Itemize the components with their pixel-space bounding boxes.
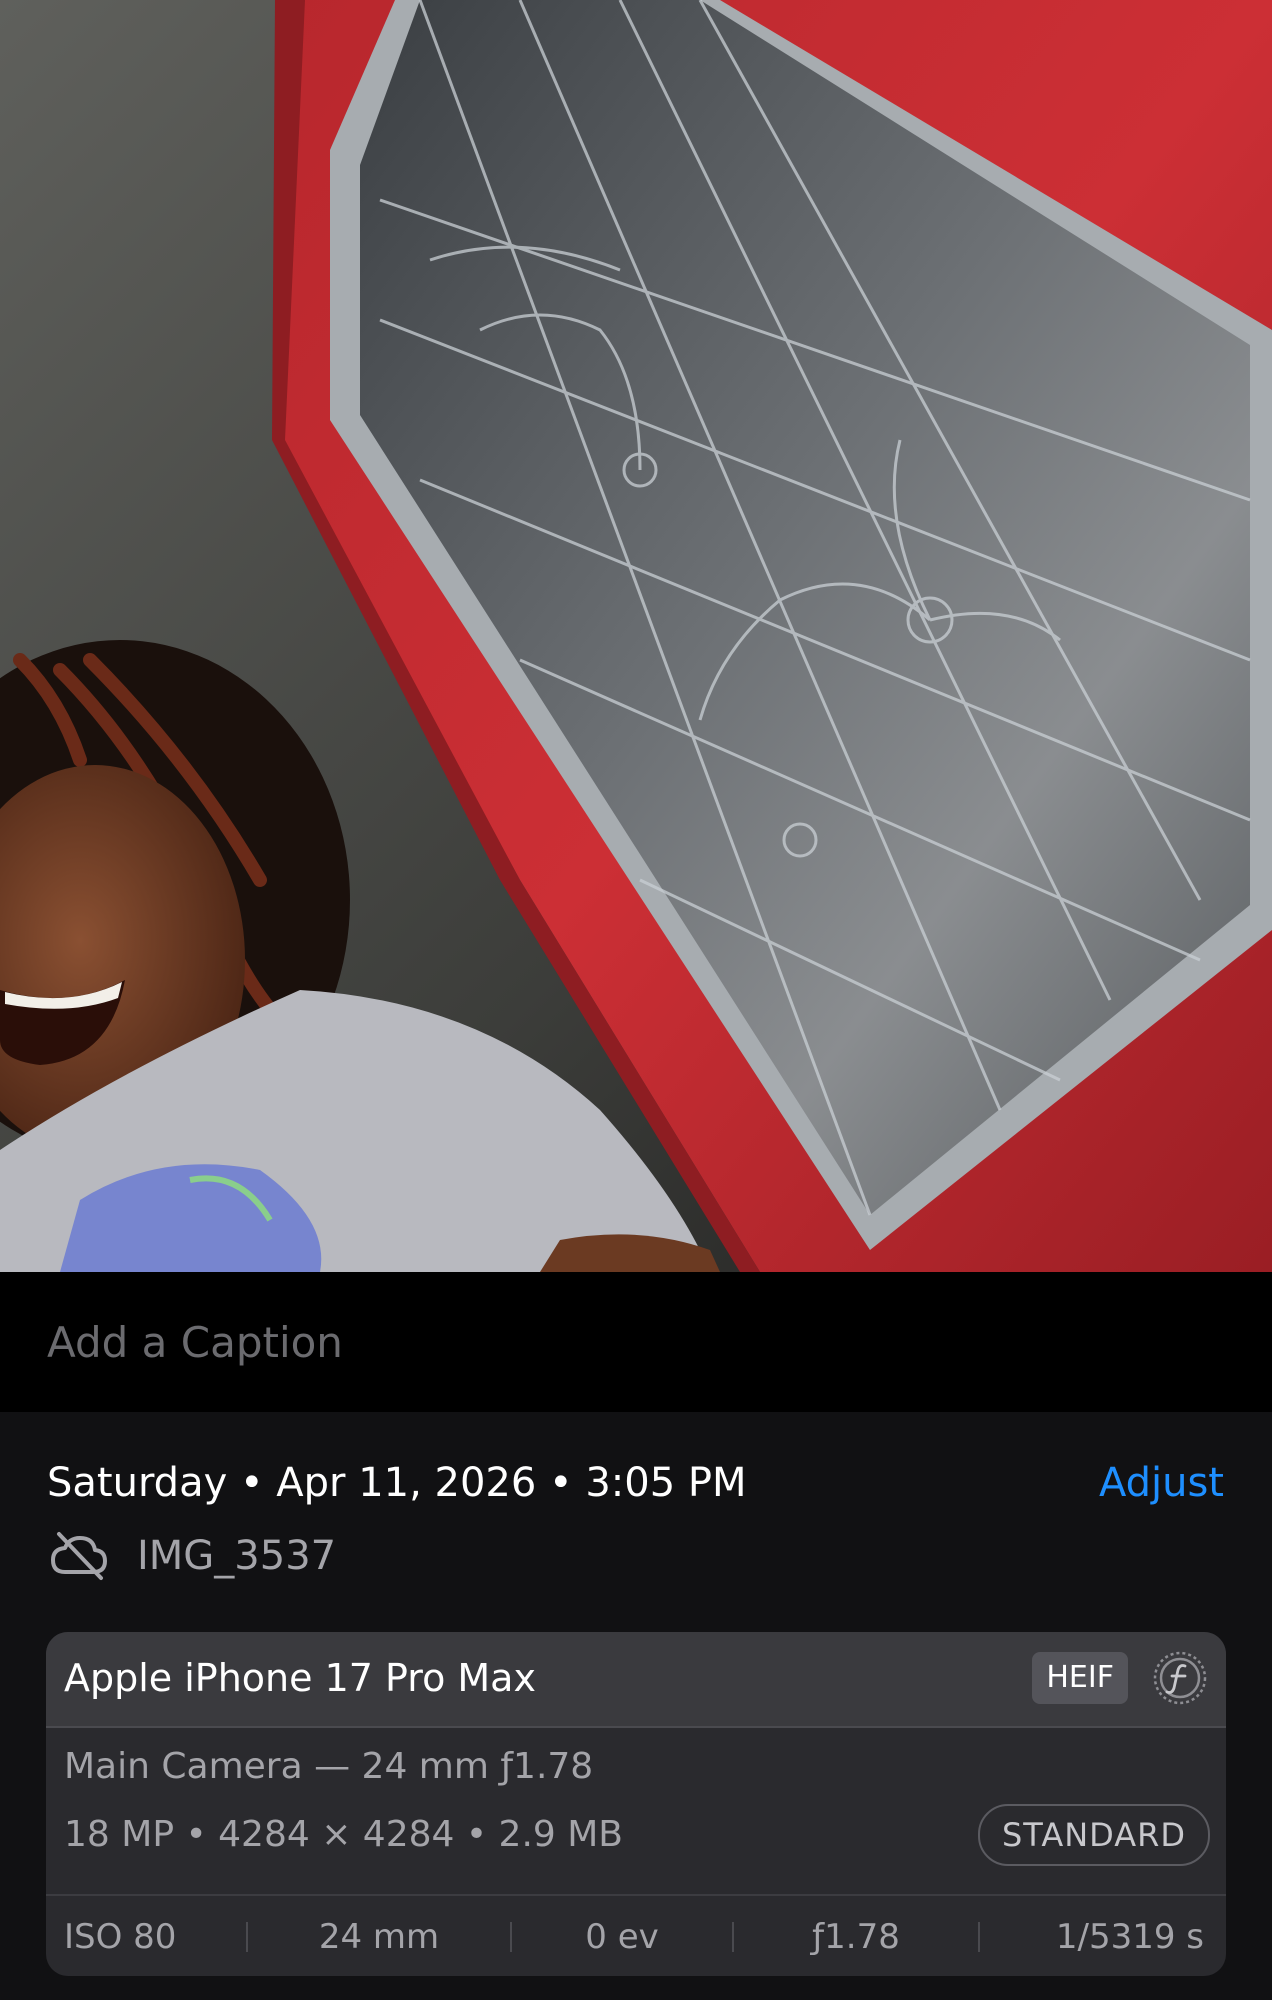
caption-bar [0, 1272, 1272, 1412]
f-stop-circle-icon[interactable] [1152, 1650, 1208, 1706]
camera-info-card: Apple iPhone 17 Pro Max HEIF Main Camera… [46, 1632, 1226, 1976]
exif-focal-length: 24 mm [318, 1917, 440, 1957]
photo-profile-pill[interactable]: STANDARD [977, 1804, 1210, 1866]
device-name-label: Apple iPhone 17 Pro Max [64, 1656, 536, 1700]
cloud-off-icon [51, 1532, 107, 1580]
file-name-label: IMG_3537 [137, 1533, 337, 1579]
adjust-button[interactable]: Adjust [1099, 1460, 1224, 1506]
info-panel: Saturday • Apr 11, 2026 • 3:05 PM Adjust… [0, 1412, 1272, 2000]
image-specs-label: 18 MP • 4284 × 4284 • 2.9 MB [64, 1814, 624, 1855]
photo-info-screen: Saturday • Apr 11, 2026 • 3:05 PM Adjust… [0, 0, 1272, 2000]
photo-image [0, 0, 1272, 1272]
exif-row: ISO 80 24 mm 0 ev ƒ1.78 1/5319 s [46, 1894, 1226, 1976]
exif-shutter-speed: 1/5319 s [1055, 1917, 1204, 1957]
caption-input[interactable] [47, 1314, 1227, 1370]
format-badge: HEIF [1032, 1652, 1128, 1704]
file-row: IMG_3537 [47, 1526, 336, 1586]
exif-iso: ISO 80 [64, 1917, 177, 1957]
exif-aperture: ƒ1.78 [812, 1917, 900, 1957]
exif-exposure-bias: 0 ev [585, 1917, 659, 1957]
photo-viewer[interactable] [0, 0, 1272, 1272]
lens-info-label: Main Camera — 24 mm ƒ1.78 [64, 1746, 594, 1787]
camera-card-header: Apple iPhone 17 Pro Max HEIF [46, 1632, 1226, 1728]
date-time-label: Saturday • Apr 11, 2026 • 3:05 PM [47, 1460, 747, 1506]
